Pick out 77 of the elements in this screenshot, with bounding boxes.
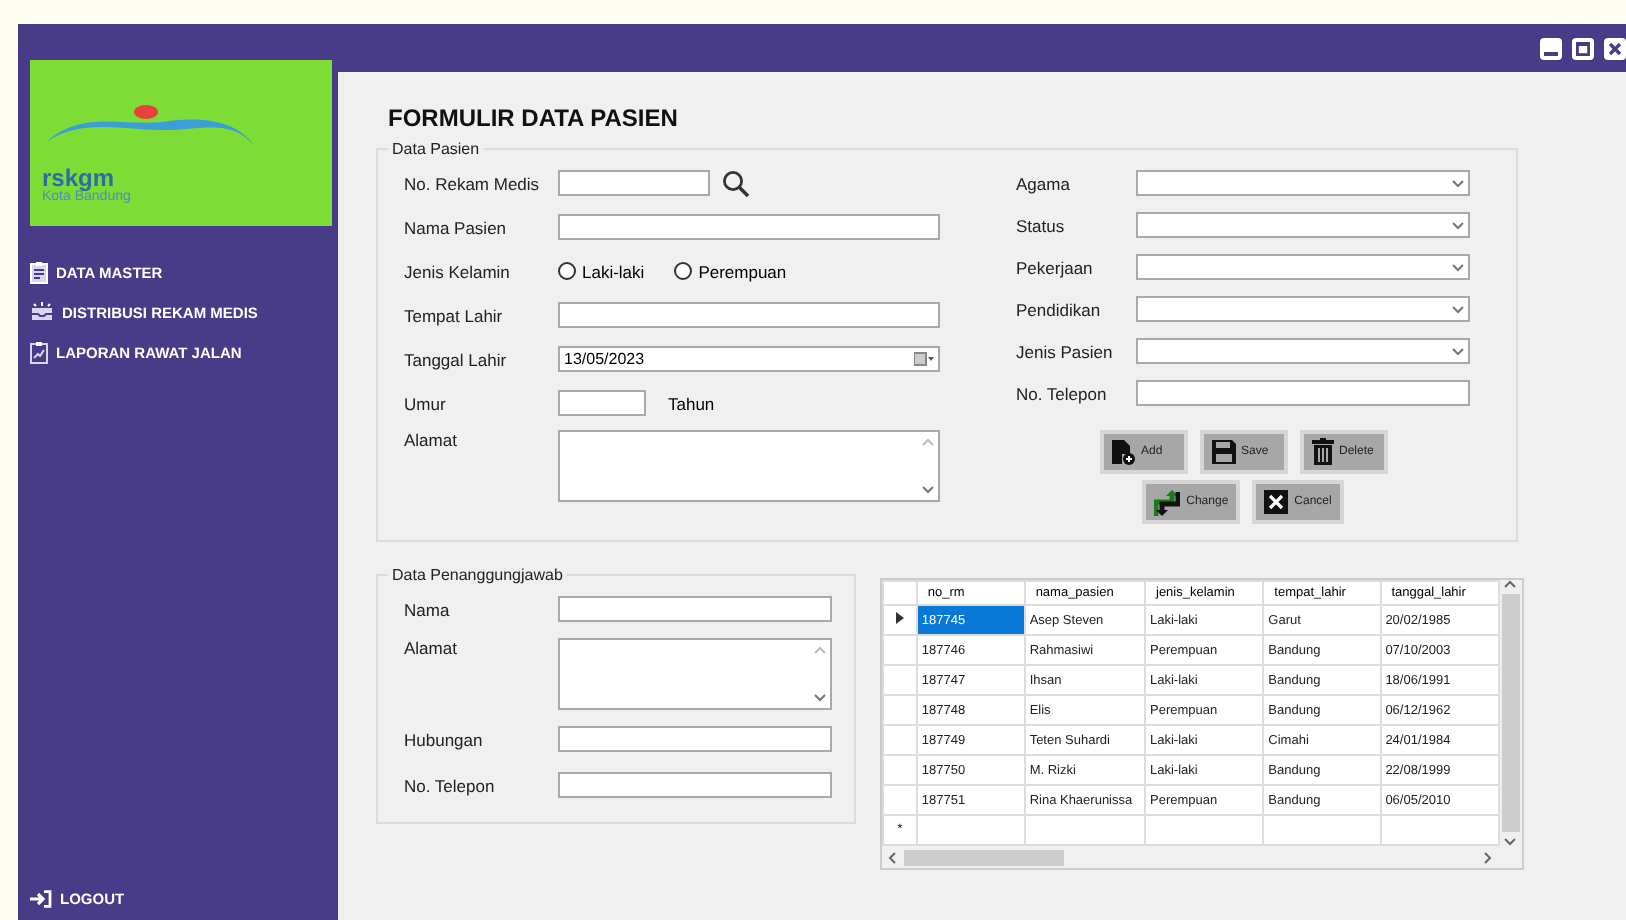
- input-field[interactable]: [1136, 380, 1470, 406]
- scroll-down-icon[interactable]: [1504, 838, 1517, 846]
- field-label: Alamat: [404, 638, 459, 658]
- search-icon[interactable]: [722, 169, 750, 197]
- scroll-up-icon[interactable]: [1504, 580, 1517, 588]
- field-label: Tempat Lahir: [404, 305, 505, 325]
- close-box-icon: [1264, 490, 1289, 514]
- table-cell: [1024, 815, 1145, 845]
- table-cell: [1380, 815, 1499, 845]
- logo-name: rskgm: [42, 165, 115, 189]
- inbox-icon: [30, 302, 54, 322]
- close-icon: [1608, 41, 1622, 55]
- scroll-up-icon: [814, 646, 826, 654]
- file-plus-icon: [1111, 439, 1135, 465]
- vertical-scrollbar[interactable]: [1499, 580, 1522, 846]
- row-header[interactable]: [883, 605, 917, 635]
- dropdown-field[interactable]: [1136, 338, 1470, 364]
- table-cell: [1263, 815, 1381, 845]
- field-label: Jenis Kelamin: [404, 261, 512, 281]
- scroll-up-icon: [922, 438, 934, 446]
- clipboard-icon: [30, 261, 48, 283]
- trash-icon: [1311, 438, 1333, 466]
- dropdown-field[interactable]: [1136, 212, 1470, 238]
- chevron-down-icon: [1452, 347, 1464, 355]
- dropdown-field[interactable]: [1136, 296, 1470, 322]
- maximize-button[interactable]: [1572, 37, 1594, 59]
- field-label: Status: [1016, 215, 1067, 235]
- field-label: Agama: [1016, 173, 1072, 193]
- calendar-icon: [914, 352, 934, 366]
- table-cell: [916, 815, 1025, 845]
- scroll-down-icon: [814, 694, 826, 702]
- field-label: No. Telepon: [1016, 383, 1109, 403]
- form-title: FORMULIR DATA PASIEN: [388, 104, 680, 132]
- input-field[interactable]: [558, 390, 646, 416]
- field-label: No. Rekam Medis: [404, 173, 542, 193]
- input-field[interactable]: [558, 596, 832, 622]
- scroll-right-icon[interactable]: [1484, 851, 1492, 863]
- radio-option[interactable]: Perempuan: [674, 261, 787, 281]
- chevron-down-icon: [1452, 263, 1464, 271]
- field-label: Nama: [404, 599, 452, 619]
- field-label: Pekerjaan: [1016, 257, 1095, 277]
- date-field[interactable]: 13/05/2023: [558, 346, 940, 372]
- radio-option[interactable]: Laki-laki: [558, 261, 645, 281]
- report-icon: [30, 341, 48, 363]
- field-label: Tanggal Lahir: [404, 349, 509, 369]
- dropdown-field[interactable]: [1136, 254, 1470, 280]
- field-label: Jenis Pasien: [1016, 341, 1115, 361]
- field-label: Alamat: [404, 430, 459, 450]
- field-label: Pendidikan: [1016, 299, 1103, 319]
- input-field[interactable]: [558, 772, 832, 798]
- text-area[interactable]: [558, 638, 832, 710]
- maximize-icon: [1576, 41, 1590, 55]
- chevron-down-icon: [1452, 221, 1464, 229]
- group-title: Data Penanggungjawab: [390, 566, 565, 584]
- input-field[interactable]: [558, 214, 940, 240]
- chevron-down-icon: [1452, 179, 1464, 187]
- close-button[interactable]: [1604, 37, 1626, 59]
- text-area[interactable]: [558, 430, 940, 502]
- group-title: Data Pasien: [390, 140, 482, 158]
- unit-label: Tahun: [668, 393, 715, 413]
- scroll-left-icon[interactable]: [888, 851, 896, 863]
- logout-icon: [30, 889, 52, 907]
- field-label: No. Telepon: [404, 775, 497, 795]
- current-row-icon: [895, 612, 904, 624]
- field-label: Nama Pasien: [404, 217, 509, 237]
- chevron-down-icon: [1452, 305, 1464, 313]
- swap-arrows-icon: [1154, 489, 1181, 515]
- field-label: Hubungan: [404, 729, 485, 749]
- table-cell: [1145, 815, 1264, 845]
- scroll-down-icon: [922, 486, 934, 494]
- dropdown-field[interactable]: [1136, 170, 1470, 196]
- minimize-button[interactable]: [1540, 37, 1562, 59]
- field-label: Umur: [404, 393, 448, 413]
- row-header: [883, 581, 917, 605]
- input-field[interactable]: [558, 170, 710, 196]
- input-field[interactable]: [558, 726, 832, 752]
- input-field[interactable]: [558, 302, 940, 328]
